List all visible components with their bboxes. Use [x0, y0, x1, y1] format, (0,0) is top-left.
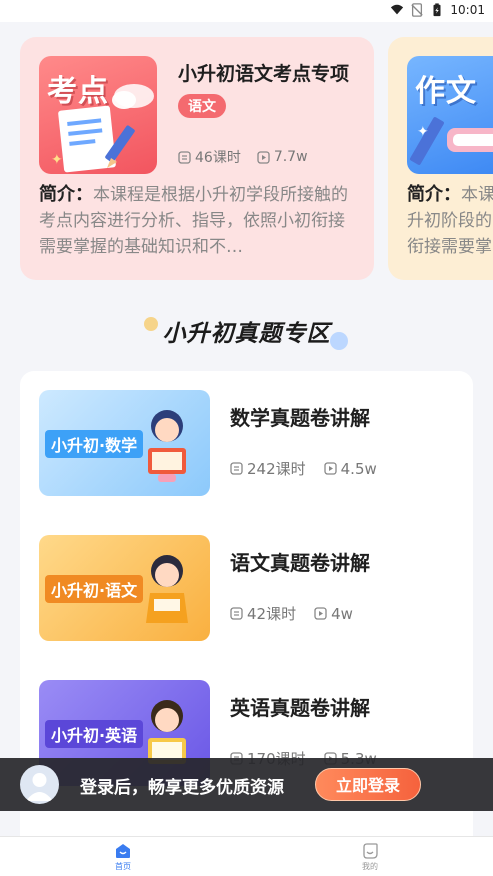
featured-card-composition[interactable]: 作文 ✦ 简介：本课升初阶段的衔接需要掌: [388, 37, 493, 280]
views-text: 4.5w: [340, 459, 377, 478]
section-header: 小升初真题专区: [0, 314, 493, 354]
nav-mine-label: 我的: [362, 862, 378, 871]
list-item[interactable]: 小升初·数学 数学真题卷讲解 242课时 4.5w: [39, 390, 459, 496]
main-scroll-area[interactable]: 考点 ✦ 小升初语文考点专项 语文 46课时 7.7w 简介：本课程是根据小升初…: [0, 22, 493, 836]
play-icon: [314, 607, 327, 620]
featured-intro: 简介：本课升初阶段的衔接需要掌: [407, 182, 493, 260]
section-title: 小升初真题专区: [162, 321, 331, 347]
lessons-text: 46课时: [195, 150, 241, 166]
course-meta: 242课时 4.5w: [230, 458, 377, 479]
user-icon: [26, 773, 53, 801]
course-cover: 小升初·数学: [39, 390, 210, 496]
wifi-icon: [391, 4, 404, 15]
document-pencil-illustration: ✦: [51, 84, 154, 173]
lessons-count: 242课时: [230, 458, 306, 479]
featured-cover: 作文 ✦: [407, 56, 493, 174]
views-count: 4w: [314, 603, 353, 624]
list-item[interactable]: 小升初·语文 语文真题卷讲解 42课时 4w: [39, 535, 459, 641]
login-button[interactable]: 立即登录: [315, 768, 421, 801]
status-icons: 10:01: [390, 3, 485, 17]
course-meta: 42课时 4w: [230, 603, 353, 624]
lessons-count: 46课时: [178, 147, 241, 167]
featured-intro: 简介：本课程是根据小升初学段所接触的考点内容进行分析、指导，依照小初衔接需要掌握…: [39, 182, 359, 260]
svg-text:✦: ✦: [417, 124, 429, 140]
course-cover: 小升初·语文: [39, 535, 210, 641]
nav-mine[interactable]: 我的: [350, 843, 390, 872]
lessons-count: 42课时: [230, 603, 296, 624]
featured-meta: 46课时 7.7w: [178, 147, 308, 167]
status-time: 10:01: [450, 3, 485, 17]
featured-title: 小升初语文考点专项: [178, 63, 350, 85]
course-title: 语文真题卷讲解: [230, 551, 370, 575]
subject-tag: 语文: [178, 94, 226, 118]
avatar: [20, 765, 59, 804]
lessons-icon: [178, 150, 191, 164]
login-banner: 登录后，畅享更多优质资源 立即登录: [0, 758, 493, 811]
featured-carousel[interactable]: 考点 ✦ 小升初语文考点专项 语文 46课时 7.7w 简介：本课程是根据小升初…: [20, 37, 493, 280]
bottom-nav: 首页 我的: [0, 836, 493, 876]
featured-card-chinese[interactable]: 考点 ✦ 小升初语文考点专项 语文 46课时 7.7w 简介：本课程是根据小升初…: [20, 37, 374, 280]
lessons-icon: [230, 607, 243, 620]
intro-label: 简介：: [39, 184, 93, 205]
lessons-icon: [230, 462, 243, 475]
status-bar: 10:01: [0, 0, 493, 22]
course-title: 英语真题卷讲解: [230, 696, 370, 720]
views-text: 4w: [331, 604, 353, 623]
cover-text: 小升初·语文: [45, 575, 144, 603]
reading-girl-illustration: [146, 555, 188, 623]
home-icon: [116, 844, 130, 858]
lessons-text: 42课时: [247, 605, 297, 623]
nav-home[interactable]: 首页: [103, 843, 143, 872]
cover-text: 小升初·数学: [45, 430, 144, 458]
login-prompt: 登录后，畅享更多优质资源: [80, 778, 284, 798]
intro-label: 简介：: [407, 184, 461, 205]
lessons-text: 242课时: [247, 460, 306, 478]
book-pencil-illustration: ✦: [410, 117, 493, 165]
no-sim-icon: [411, 3, 424, 17]
nav-home-label: 首页: [115, 862, 131, 871]
views-count: 4.5w: [323, 458, 377, 479]
play-icon: [323, 462, 337, 475]
play-icon: [257, 150, 270, 164]
reading-girl-illustration: [148, 410, 186, 482]
battery-icon: [433, 3, 441, 17]
cover-text: 小升初·英语: [45, 720, 144, 748]
featured-cover: 考点 ✦: [39, 56, 157, 174]
views-text: 7.7w: [273, 149, 308, 165]
svg-text:✦: ✦: [51, 152, 63, 168]
profile-icon: [363, 843, 378, 859]
course-title: 数学真题卷讲解: [230, 406, 370, 430]
views-count: 7.7w: [257, 149, 308, 165]
